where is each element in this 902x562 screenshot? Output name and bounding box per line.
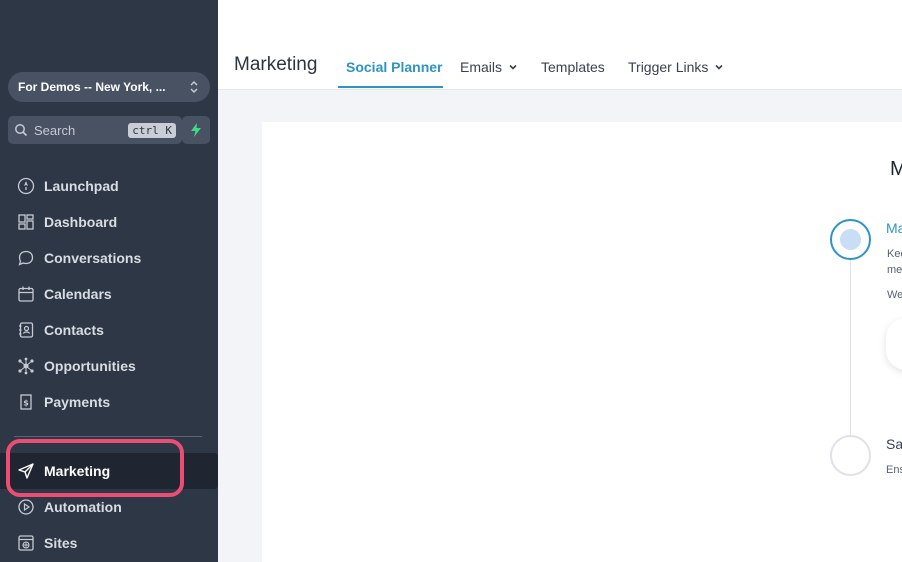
sidebar-item-label: Contacts: [44, 322, 104, 338]
quick-actions-button[interactable]: [182, 116, 210, 144]
rocket-icon: [16, 176, 36, 196]
chat-bubble-icon: [16, 248, 36, 268]
sidebar-item-dashboard[interactable]: Dashboard: [0, 204, 218, 240]
step-1-indicator: [830, 219, 871, 260]
network-icon: [16, 356, 36, 376]
up-down-arrows-icon: [188, 78, 200, 96]
location-label: For Demos -- New York, ...: [18, 80, 166, 94]
location-switcher[interactable]: For Demos -- New York, ...: [8, 72, 210, 102]
sidebar-item-sites[interactable]: Sites: [0, 525, 218, 561]
sidebar-item-opportunities[interactable]: Opportunities: [0, 348, 218, 384]
sidebar-item-label: Opportunities: [44, 358, 136, 374]
chevron-down-icon: [508, 62, 518, 72]
tab-label: Social Planner: [346, 59, 443, 75]
sidebar-item-label: Sites: [44, 535, 78, 551]
content-card: [262, 122, 902, 562]
search-input[interactable]: Search ctrl K: [8, 116, 182, 144]
step-1-description: me: [887, 264, 902, 276]
tab-trigger-links[interactable]: Trigger Links: [628, 57, 724, 77]
play-circle-icon: [16, 497, 36, 517]
step-2-indicator: [830, 435, 871, 476]
sidebar-item-label: Dashboard: [44, 214, 118, 230]
tab-social-planner[interactable]: Social Planner: [346, 57, 442, 77]
globe-window-icon: [16, 533, 36, 553]
stepper-connector: [850, 258, 851, 436]
onboarding-heading: M: [890, 158, 902, 180]
grid-icon: [16, 212, 36, 232]
sidebar-item-label: Payments: [44, 394, 111, 410]
sidebar-item-automation[interactable]: Automation: [0, 489, 218, 525]
sidebar-divider: [14, 436, 202, 437]
step-2-description: Ens: [886, 464, 902, 476]
tab-label: Templates: [541, 59, 605, 75]
page-title: Marketing: [234, 54, 318, 75]
step-active-dot: [840, 229, 861, 250]
active-tab-indicator: [338, 86, 443, 88]
tab-label: Trigger Links: [628, 59, 709, 75]
lightning-bolt-icon: [190, 123, 202, 137]
receipt-icon: $: [16, 392, 36, 412]
sidebar-item-payments[interactable]: $ Payments: [0, 384, 218, 420]
tab-emails[interactable]: Emails: [460, 57, 518, 77]
sidebar-item-marketing[interactable]: Marketing: [0, 453, 218, 489]
search-icon: [14, 123, 28, 137]
sidebar-item-launchpad[interactable]: Launchpad: [0, 168, 218, 204]
step-1-title[interactable]: Ma: [886, 220, 902, 236]
step-2-title[interactable]: Sa: [886, 436, 902, 452]
sidebar: For Demos -- New York, ... Search ctrl K…: [0, 0, 218, 562]
sidebar-item-contacts[interactable]: Contacts: [0, 312, 218, 348]
step-1-description: Kee: [887, 248, 902, 260]
sidebar-item-label: Automation: [44, 499, 122, 515]
search-placeholder: Search: [34, 122, 76, 138]
contact-book-icon: [16, 320, 36, 340]
step-1-description: We: [887, 289, 902, 301]
sidebar-item-label: Conversations: [44, 250, 142, 266]
tab-templates[interactable]: Templates: [541, 57, 605, 77]
paper-plane-icon: [16, 461, 36, 481]
tab-label: Emails: [460, 59, 503, 75]
sidebar-item-label: Launchpad: [44, 178, 119, 194]
sidebar-item-calendars[interactable]: Calendars: [0, 276, 218, 312]
search-shortcut: ctrl K: [128, 122, 176, 138]
sidebar-item-label: Calendars: [44, 286, 112, 302]
svg-text:$: $: [23, 399, 29, 408]
sidebar-item-label: Marketing: [44, 463, 111, 479]
chevron-down-icon: [714, 62, 724, 72]
sidebar-item-conversations[interactable]: Conversations: [0, 240, 218, 276]
calendar-icon: [16, 284, 36, 304]
